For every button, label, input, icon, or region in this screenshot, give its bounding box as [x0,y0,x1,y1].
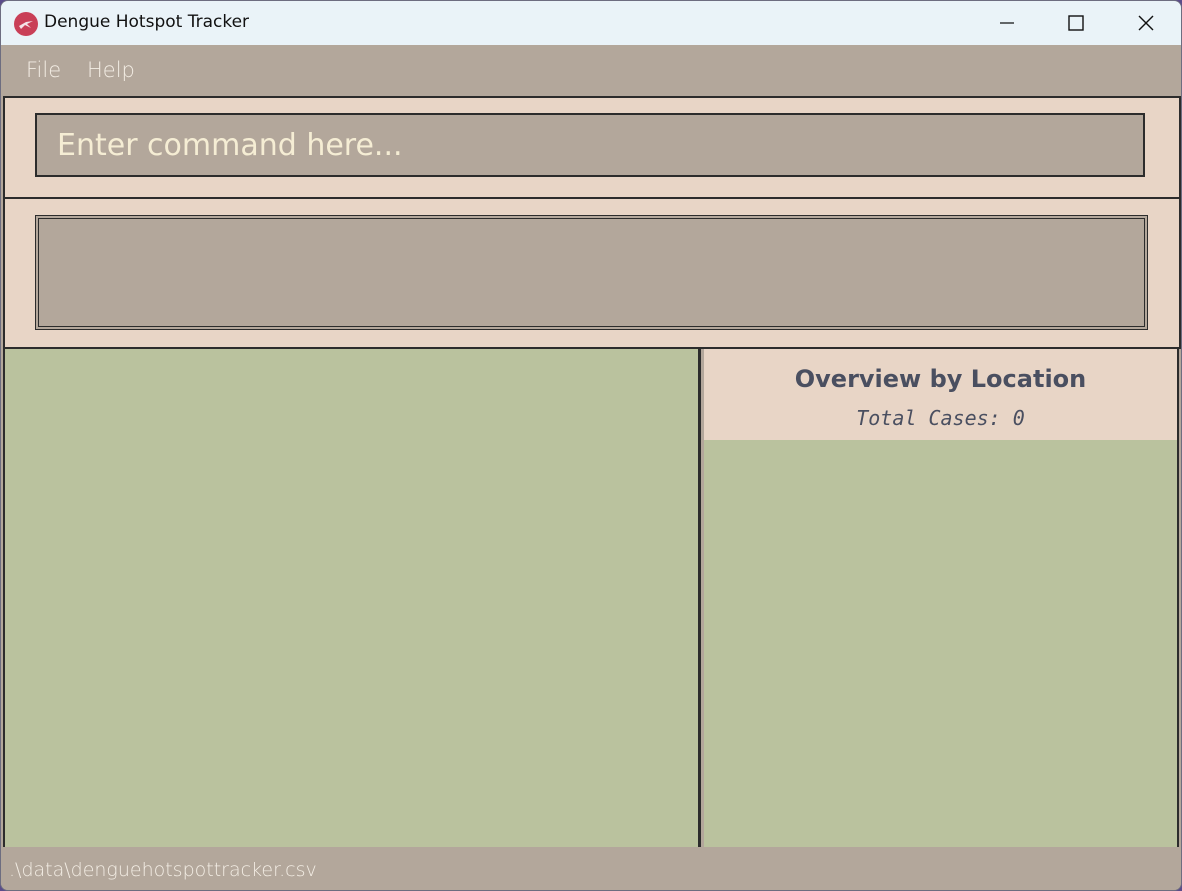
overview-title: Overview by Location [794,365,1087,393]
title-bar[interactable]: Dengue Hotspot Tracker [1,1,1181,45]
result-display[interactable] [35,215,1148,330]
menu-bar: File Help [1,45,1181,96]
window-title: Dengue Hotspot Tracker [44,12,250,32]
mosquito-icon [14,12,38,36]
maximize-button[interactable] [1041,1,1111,45]
case-list-panel[interactable] [3,347,701,847]
menu-file[interactable]: File [26,58,61,82]
total-cases: Total Cases: 0 [704,406,1177,430]
minimize-button[interactable] [972,1,1042,45]
close-button[interactable] [1111,1,1181,45]
data-file-path: .\data\denguehotspottracker.csv [9,859,317,881]
minimize-icon [1000,22,1014,24]
total-cases-value: 0 [1012,406,1025,430]
status-bar: .\data\denguehotspottracker.csv [1,847,1181,890]
command-box-panel [3,96,1181,199]
overview-header: Overview by Location Total Cases: 0 [704,349,1177,440]
overview-panel[interactable]: Overview by Location Total Cases: 0 [704,347,1179,847]
close-icon [1138,15,1154,31]
maximize-icon [1068,15,1084,31]
menu-help[interactable]: Help [87,58,135,82]
result-display-panel [3,197,1181,349]
app-window: Dengue Hotspot Tracker File Help Enter c… [0,0,1182,891]
total-cases-label: Total Cases: [856,406,1001,430]
command-input[interactable] [35,113,1145,177]
